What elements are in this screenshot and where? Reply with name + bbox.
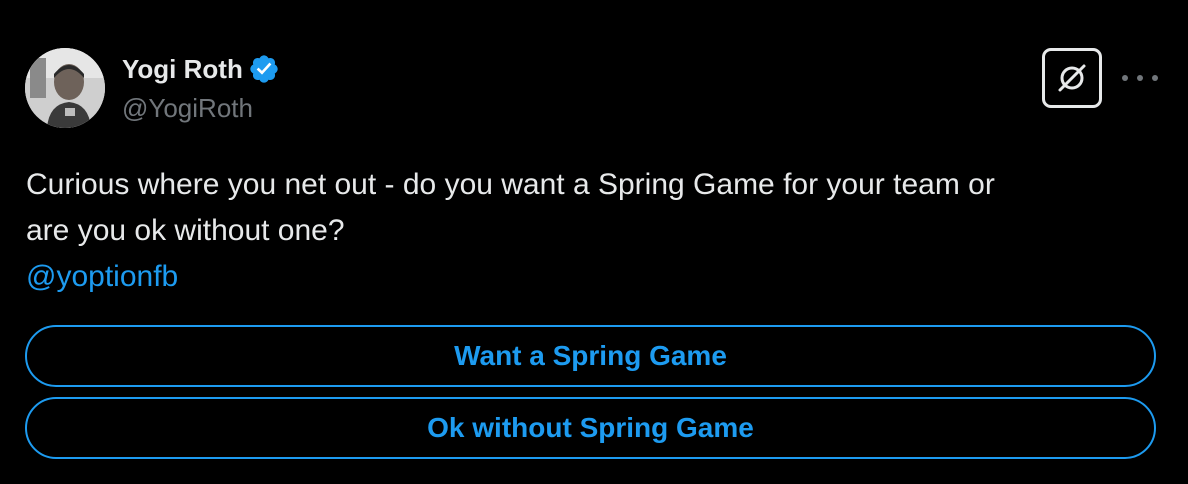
tweet-text-line-2: are you ok without one? bbox=[26, 214, 345, 247]
author-display-name[interactable]: Yogi Roth bbox=[122, 53, 280, 85]
poll-option-ok-without-spring-game[interactable]: Ok without Spring Game bbox=[25, 397, 1156, 459]
author-handle[interactable]: @YogiRoth bbox=[122, 92, 253, 124]
more-dot bbox=[1122, 75, 1128, 81]
verified-badge-icon bbox=[248, 53, 280, 85]
grok-button[interactable] bbox=[1042, 48, 1102, 108]
mention-link[interactable]: @yoptionfb bbox=[26, 254, 1166, 300]
grok-icon bbox=[1058, 64, 1086, 92]
tweet-text: Curious where you net out - do you want … bbox=[26, 162, 1166, 300]
author-name-text: Yogi Roth bbox=[122, 54, 243, 84]
avatar[interactable] bbox=[25, 48, 105, 128]
more-options-icon[interactable] bbox=[1122, 66, 1158, 90]
poll-option-want-spring-game[interactable]: Want a Spring Game bbox=[25, 325, 1156, 387]
tweet-text-line-1: Curious where you net out - do you want … bbox=[26, 168, 995, 201]
more-dot bbox=[1152, 75, 1158, 81]
more-dot bbox=[1137, 75, 1143, 81]
poll-option-label: Want a Spring Game bbox=[454, 340, 727, 371]
avatar-photo bbox=[25, 48, 105, 128]
poll-option-label: Ok without Spring Game bbox=[427, 412, 754, 443]
